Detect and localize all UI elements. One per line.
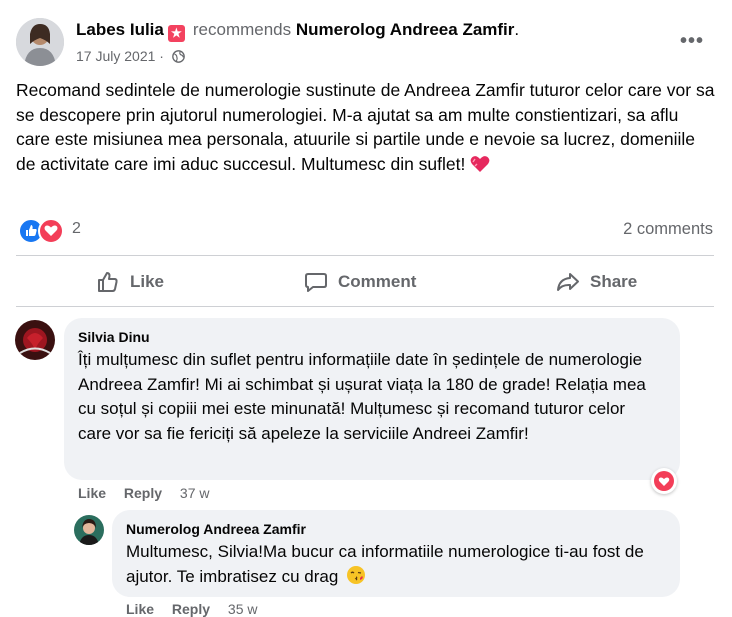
comment-reply-link[interactable]: Reply	[124, 485, 162, 501]
comment-text: Îți mulțumesc din suflet pentru informaț…	[78, 350, 646, 443]
like-button[interactable]: Like	[96, 270, 164, 294]
comments-count-link[interactable]: 2 comments	[623, 220, 713, 239]
comment-actions: Like Reply 37 w	[78, 485, 210, 501]
reply-author[interactable]: Numerolog Andreea Zamfir	[126, 521, 306, 537]
reply-bubble: Numerolog Andreea Zamfir Multumesc, Silv…	[112, 510, 680, 597]
comment-button[interactable]: Comment	[304, 270, 416, 294]
reaction-count[interactable]: 2	[72, 220, 81, 238]
comment-label: Comment	[338, 272, 417, 291]
reply-actions: Like Reply 35 w	[126, 601, 258, 617]
reaction-summary[interactable]	[18, 218, 64, 244]
more-icon[interactable]: •••	[680, 30, 704, 53]
date-separator: ·	[159, 48, 164, 64]
like-label: Like	[130, 272, 165, 291]
reply-like-link[interactable]: Like	[126, 601, 154, 617]
share-icon	[556, 270, 580, 294]
reply-reply-link[interactable]: Reply	[172, 601, 210, 617]
heart-emoji-icon	[470, 155, 490, 173]
post-header: Labes Iulia ★ recommends Numerolog Andreea…	[76, 20, 519, 42]
globe-icon	[172, 50, 185, 66]
reply-text-content: Multumesc, Silvia!Ma bucur ca informatii…	[126, 542, 644, 586]
share-button[interactable]: Share	[556, 270, 637, 294]
post-meta: 17 July 2021 ·	[76, 48, 185, 66]
author-name[interactable]: Labes Iulia	[76, 20, 164, 39]
post-card: Labes Iulia ★ recommends Numerolog Andreea…	[0, 0, 732, 617]
recommends-label: recommends	[192, 20, 292, 39]
post-text: Recomand sedintele de numerologie sustin…	[16, 80, 715, 174]
page-name-link[interactable]: Numerolog Andreea Zamfir	[296, 20, 515, 39]
reply-avatar[interactable]	[74, 515, 104, 545]
reply-text: Multumesc, Silvia!Ma bucur ca informatii…	[126, 540, 666, 592]
commenter-avatar[interactable]	[15, 320, 55, 360]
share-label: Share	[590, 272, 638, 291]
recommend-badge-icon: ★	[167, 25, 185, 42]
kiss-emoji-icon	[346, 565, 366, 593]
avatar[interactable]	[16, 18, 64, 66]
reply-time[interactable]: 35 w	[228, 601, 258, 617]
comment-icon	[304, 270, 328, 294]
divider	[16, 255, 714, 256]
comment-like-link[interactable]: Like	[78, 485, 106, 501]
love-reaction-icon	[38, 218, 64, 244]
comment-time[interactable]: 37 w	[180, 485, 210, 501]
page-name-suffix: .	[514, 20, 520, 39]
comment-love-reaction[interactable]	[651, 468, 677, 494]
post-date[interactable]: 17 July 2021	[76, 48, 155, 64]
thumbs-up-icon	[96, 270, 120, 294]
comment-author[interactable]: Silvia Dinu	[78, 329, 150, 345]
divider	[16, 306, 714, 307]
comment-bubble: Silvia Dinu Îți mulțumesc din suflet pen…	[64, 318, 680, 480]
post-body: Recomand sedintele de numerologie sustin…	[16, 78, 716, 176]
